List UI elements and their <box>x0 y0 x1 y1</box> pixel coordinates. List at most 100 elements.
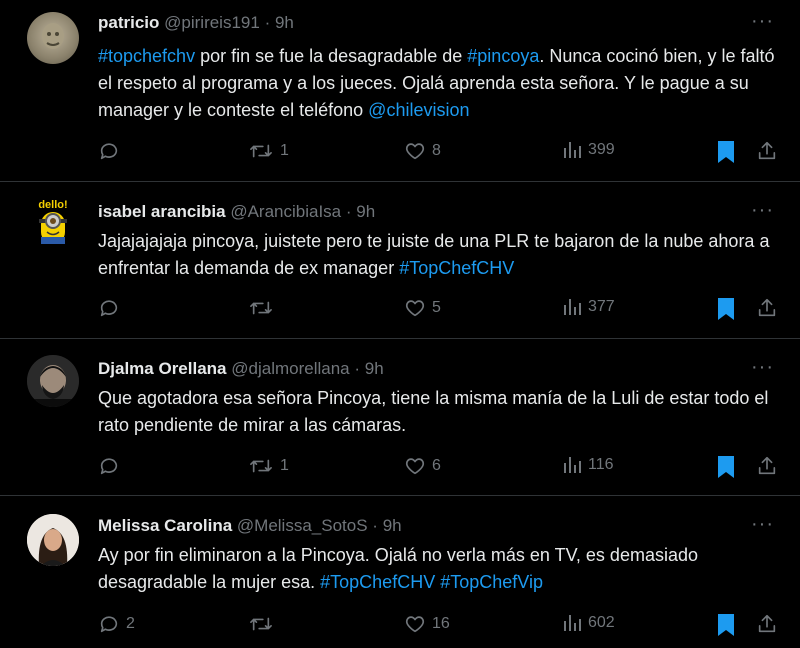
avatar[interactable] <box>27 12 79 64</box>
timestamp[interactable]: 9h <box>356 202 375 221</box>
hashtag-link[interactable]: #topchefchv <box>98 46 195 66</box>
share-button[interactable] <box>756 140 778 162</box>
tweet-header: isabel arancibia @ArancibiaIsa · 9h <box>98 202 375 222</box>
like-button[interactable]: 8 <box>404 140 441 162</box>
more-icon[interactable]: ··· <box>751 10 774 33</box>
separator-dot: · <box>345 202 352 221</box>
more-icon[interactable]: ··· <box>751 356 774 379</box>
more-icon[interactable]: ··· <box>751 199 774 222</box>
heart-icon <box>405 300 425 317</box>
repost-button[interactable] <box>248 297 280 319</box>
repost-button[interactable] <box>248 613 280 635</box>
display-name[interactable]: patricio <box>98 13 159 32</box>
avatar[interactable]: dello! <box>27 194 79 246</box>
views-button[interactable]: 399 <box>562 140 615 160</box>
share-icon <box>758 456 776 475</box>
display-name[interactable]: Melissa Carolina <box>98 516 232 535</box>
avatar[interactable] <box>27 514 79 566</box>
user-handle[interactable]: @Melissa_SotoS <box>237 516 368 535</box>
repost-icon <box>250 617 272 631</box>
repost-count: 1 <box>280 142 289 159</box>
display-name[interactable]: Djalma Orellana <box>98 359 227 378</box>
tweet[interactable]: Melissa Carolina @Melissa_SotoS · 9h ···… <box>0 496 800 648</box>
like-count: 6 <box>432 457 441 474</box>
views-icon <box>564 299 581 315</box>
repost-icon <box>250 301 272 315</box>
tweet-text: Ay por fin eliminaron a la Pincoya. Ojal… <box>98 542 778 596</box>
like-button[interactable]: 16 <box>404 613 450 635</box>
tweet-text: Que agotadora esa señora Pincoya, tiene … <box>98 385 778 439</box>
reply-button[interactable] <box>98 140 126 162</box>
hashtag-link[interactable]: #TopChefCHV <box>320 572 435 592</box>
reply-button[interactable] <box>98 455 126 477</box>
tweet[interactable]: Djalma Orellana @djalmorellana · 9h ··· … <box>0 339 800 496</box>
tweet[interactable]: patricio @pirireis191 · 9h ··· #topchefc… <box>0 0 800 182</box>
timestamp[interactable]: 9h <box>383 516 402 535</box>
like-button[interactable]: 5 <box>404 297 441 319</box>
like-count: 8 <box>432 142 441 159</box>
separator-dot: · <box>372 516 378 535</box>
views-button[interactable]: 377 <box>562 297 615 317</box>
views-icon <box>564 457 581 473</box>
like-button[interactable]: 6 <box>404 455 441 477</box>
repost-button[interactable]: 1 <box>248 140 289 162</box>
tweet-header: Djalma Orellana @djalmorellana · 9h <box>98 359 384 379</box>
views-icon <box>564 615 581 631</box>
repost-button[interactable]: 1 <box>248 455 289 477</box>
action-bar: 2 16 602 <box>98 613 788 639</box>
separator-dot: · <box>264 13 271 32</box>
share-button[interactable] <box>756 455 778 477</box>
text-segment: por fin se fue la desagradable de <box>195 46 468 66</box>
mention-link[interactable]: @chilevision <box>368 100 469 120</box>
like-count: 5 <box>432 299 441 316</box>
more-icon[interactable]: ··· <box>751 513 774 536</box>
timestamp[interactable]: 9h <box>365 359 384 378</box>
reply-icon <box>100 616 118 633</box>
reply-icon <box>100 300 118 317</box>
action-bar: 5 377 <box>98 297 788 323</box>
repost-icon <box>250 459 272 473</box>
tweet[interactable]: dello! isabel arancibia @ArancibiaIsa · … <box>0 182 800 339</box>
share-button[interactable] <box>756 613 778 635</box>
like-count: 16 <box>432 615 450 632</box>
bookmark-icon <box>718 456 734 478</box>
action-bar: 1 8 399 <box>98 140 788 166</box>
reply-button[interactable] <box>98 297 126 319</box>
bookmark-icon <box>718 141 734 163</box>
user-handle[interactable]: @ArancibiaIsa <box>230 202 341 221</box>
views-count: 602 <box>588 614 615 631</box>
separator-dot: · <box>354 359 361 378</box>
user-handle[interactable]: @pirireis191 <box>164 13 260 32</box>
reply-icon <box>100 458 118 475</box>
views-count: 116 <box>588 456 614 473</box>
bookmark-button[interactable] <box>716 140 736 164</box>
text-segment: Que agotadora esa señora Pincoya, tiene … <box>98 388 769 435</box>
bookmark-button[interactable] <box>716 297 736 321</box>
tweet-header: patricio @pirireis191 · 9h <box>98 13 294 33</box>
views-button[interactable]: 116 <box>562 455 614 475</box>
reply-count: 2 <box>126 615 135 632</box>
tweet-text: Jajajajajaja pincoya, juistete pero te j… <box>98 228 778 282</box>
views-count: 377 <box>588 298 615 315</box>
bookmark-button[interactable] <box>716 455 736 479</box>
views-button[interactable]: 602 <box>562 613 615 633</box>
share-icon <box>758 141 776 160</box>
reply-button[interactable]: 2 <box>98 613 135 635</box>
avatar[interactable] <box>27 355 79 407</box>
hashtag-link[interactable]: #TopChefVip <box>440 572 543 592</box>
hashtag-link[interactable]: #pincoya <box>467 46 539 66</box>
repost-count: 1 <box>280 457 289 474</box>
reply-icon <box>100 143 118 160</box>
repost-icon <box>250 144 272 158</box>
heart-icon <box>405 458 425 475</box>
bookmark-icon <box>718 614 734 636</box>
bookmark-icon <box>718 298 734 320</box>
avatar-text: dello! <box>38 199 67 211</box>
bookmark-button[interactable] <box>716 613 736 637</box>
tweet-header: Melissa Carolina @Melissa_SotoS · 9h <box>98 516 402 536</box>
user-handle[interactable]: @djalmorellana <box>231 359 349 378</box>
timestamp[interactable]: 9h <box>275 13 294 32</box>
display-name[interactable]: isabel arancibia <box>98 202 226 221</box>
share-button[interactable] <box>756 297 778 319</box>
hashtag-link[interactable]: #TopChefCHV <box>399 258 514 278</box>
